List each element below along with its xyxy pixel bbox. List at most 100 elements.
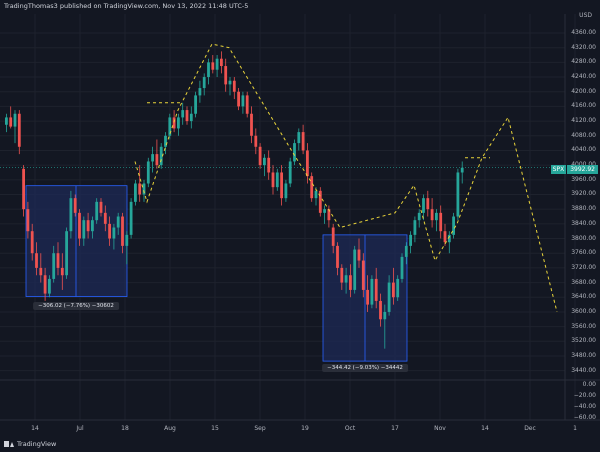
tradingview-brand[interactable]: TradingView (4, 440, 56, 448)
candle-body (400, 256, 404, 279)
candle-body (48, 278, 51, 294)
candle-body (211, 62, 215, 70)
candle-body (129, 201, 133, 235)
candle-body (361, 260, 365, 290)
price-label: 3880.00 (571, 205, 596, 213)
price-label: 3480.00 (571, 351, 596, 359)
price-label: 3720.00 (571, 263, 596, 271)
candle-body (237, 91, 240, 107)
candle-body (228, 80, 232, 85)
candle-body (116, 216, 120, 228)
price-label: 4320.00 (571, 43, 596, 51)
time-label: Jul (76, 425, 84, 432)
price-label: 4160.00 (571, 102, 596, 110)
candle-body (52, 253, 56, 279)
candle-body (78, 212, 81, 239)
candle-body (198, 88, 202, 96)
time-label: Oct (344, 425, 356, 432)
price-label: 3440.00 (571, 366, 596, 374)
candle-body (284, 183, 288, 199)
candle-body (301, 132, 305, 151)
candle-body (258, 146, 262, 166)
candle-body (392, 282, 395, 298)
candle-body (245, 95, 249, 114)
time-label: 1 (573, 425, 577, 432)
candle-body (344, 275, 348, 283)
candle-body (194, 95, 197, 114)
candle-body (95, 201, 99, 221)
candle-body (263, 157, 266, 166)
price-label: 3520.00 (571, 337, 596, 345)
candle-body (241, 95, 245, 107)
candle-body (220, 58, 223, 67)
candle-body (134, 183, 137, 202)
last-price-tag: SPX 3992.92 (550, 165, 598, 174)
candle-body (224, 66, 228, 85)
candle-body (336, 245, 339, 268)
price-label: 4080.00 (571, 131, 596, 139)
price-label: 3840.00 (571, 219, 596, 227)
candle-body (232, 80, 236, 92)
candle-body (297, 132, 301, 144)
time-label: 15 (211, 425, 219, 432)
price-label: 4360.00 (571, 29, 596, 36)
candle-body (379, 300, 382, 320)
candle-body (331, 227, 335, 246)
candle-body (155, 154, 159, 166)
candle-body (17, 113, 21, 147)
candle-body (443, 231, 447, 243)
price-label: 3680.00 (571, 278, 596, 286)
price-tag-value: 3992.92 (567, 165, 598, 174)
price-label: 4280.00 (571, 58, 596, 66)
brand-name: TradingView (17, 440, 57, 448)
candle-body (177, 117, 180, 129)
candle-body (314, 190, 318, 199)
candle-body (430, 209, 434, 221)
candle-body (370, 278, 374, 305)
candle-body (422, 198, 425, 213)
candle-body (69, 198, 73, 232)
indicator-label: −20.00 (573, 392, 596, 399)
candle-body (417, 212, 421, 221)
candle-body (108, 223, 111, 239)
candle-body (39, 267, 43, 276)
candle-body (353, 249, 357, 290)
price-label: 3560.00 (571, 322, 596, 330)
candle-body (26, 209, 30, 232)
candle-body (9, 117, 13, 127)
candle-body (138, 183, 142, 195)
price-label: 3800.00 (571, 234, 596, 242)
indicator-label: −40.00 (573, 403, 596, 410)
candle-body (125, 234, 129, 246)
time-label: 14 (481, 425, 489, 432)
candle-body (460, 167, 464, 173)
candle-body (215, 58, 219, 70)
range-label-2: −344.42 (−9.03%) −34442 (322, 364, 408, 372)
candle-body (35, 253, 38, 268)
candle-body (340, 267, 344, 283)
price-chart[interactable] (0, 0, 600, 452)
time-label: Nov (434, 425, 446, 432)
candle-body (254, 135, 258, 147)
candle-body (366, 289, 369, 305)
time-label: 17 (391, 425, 399, 432)
price-label: 3920.00 (571, 190, 596, 198)
candle-body (357, 249, 361, 261)
candle-body (73, 198, 77, 213)
candle-body (151, 154, 154, 162)
candle-body (43, 275, 47, 294)
candle-body (456, 172, 460, 217)
time-label: 14 (31, 425, 39, 432)
time-label: 18 (121, 425, 129, 432)
price-label: 4040.00 (571, 146, 596, 154)
candle-body (181, 110, 185, 118)
candle-body (435, 212, 438, 221)
candle-body (103, 212, 107, 224)
price-label: 3640.00 (571, 293, 596, 301)
candle-body (202, 77, 206, 89)
indicator-label: 0.00 (582, 381, 596, 388)
time-label: Aug (164, 425, 176, 432)
candle-body (99, 201, 103, 213)
candle-body (271, 172, 275, 188)
candle-body (439, 212, 443, 232)
